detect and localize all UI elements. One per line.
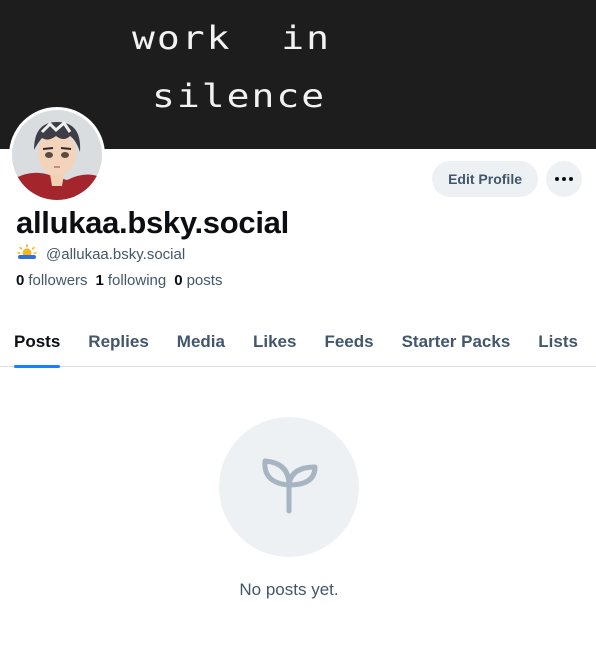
tab-likes[interactable]: Likes — [253, 320, 296, 367]
following-label: following — [107, 272, 167, 289]
tab-posts[interactable]: Posts — [14, 320, 61, 368]
more-options-button[interactable] — [546, 161, 582, 197]
empty-state-message: No posts yet. — [239, 580, 339, 599]
handle-row: @allukaa.bsky.social — [16, 244, 185, 264]
avatar-image — [12, 110, 102, 200]
display-name: allukaa.bsky.social — [16, 205, 289, 240]
avatar[interactable] — [9, 107, 105, 203]
handle-text: @allukaa.bsky.social — [46, 245, 186, 263]
tab-lists[interactable]: Lists — [538, 320, 578, 367]
ellipsis-icon — [555, 177, 573, 181]
profile-tabs: Posts Replies Media Likes Feeds Starter … — [0, 320, 596, 368]
posts-count: 0 — [174, 272, 183, 289]
empty-state-illustration — [219, 417, 359, 557]
tab-starter-packs[interactable]: Starter Packs — [402, 320, 511, 367]
tab-feeds[interactable]: Feeds — [324, 320, 373, 367]
profile-stats: 0 followers 1 following 0 posts — [16, 272, 222, 289]
sun-cloud-icon — [16, 244, 38, 264]
following-count: 1 — [95, 272, 104, 289]
profile-actions: Edit Profile — [432, 161, 582, 197]
tab-media[interactable]: Media — [177, 320, 225, 367]
followers-stat[interactable]: 0 followers — [16, 272, 88, 289]
tab-replies[interactable]: Replies — [88, 320, 148, 367]
banner-text-line-2: silence — [152, 77, 327, 115]
posts-label: posts — [186, 272, 223, 289]
followers-label: followers — [28, 272, 88, 289]
followers-count: 0 — [16, 272, 25, 289]
banner-text-line-1: work in — [132, 19, 332, 57]
following-stat[interactable]: 1 following — [96, 272, 167, 289]
posts-stat: 0 posts — [174, 272, 222, 289]
edit-profile-button[interactable]: Edit Profile — [432, 161, 538, 197]
sprout-icon — [257, 453, 321, 522]
